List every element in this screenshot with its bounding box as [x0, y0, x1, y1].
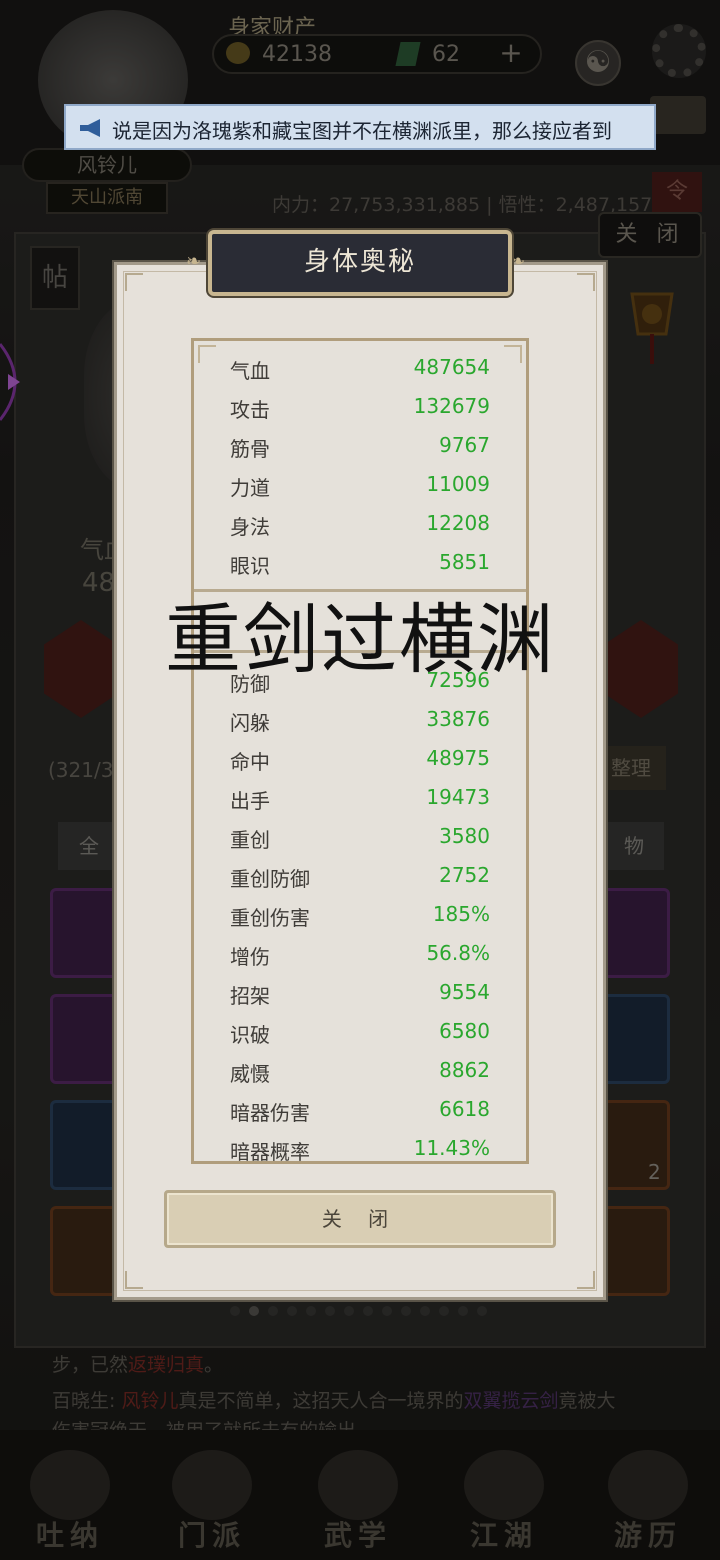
stat-value: 2752	[439, 863, 490, 887]
stat-value: 8862	[439, 1058, 490, 1082]
stat-label: 身法	[230, 515, 270, 539]
stat-row: 筋骨 9767	[194, 429, 526, 468]
stat-label: 眼识	[230, 554, 270, 578]
stat-value: 9767	[439, 433, 490, 457]
stat-label: 暗器伤害	[230, 1101, 310, 1125]
stat-value: 33876	[426, 707, 490, 731]
stat-label: 威慑	[230, 1062, 270, 1086]
stat-label: 气血	[230, 359, 270, 383]
stat-value: 11009	[426, 472, 490, 496]
stat-label: 暗器概率	[230, 1140, 310, 1164]
stat-value: 132679	[413, 394, 490, 418]
announcement-bar: 说是因为洛瑰紫和藏宝图并不在横渊派里，那么接应者到	[64, 104, 656, 150]
stat-row: 招架 9554	[194, 976, 526, 1015]
stat-value: 185%	[432, 902, 490, 926]
stat-label: 招架	[230, 984, 270, 1008]
stat-row: 力道 11009	[194, 468, 526, 507]
frame-corner	[577, 1271, 595, 1289]
stat-value: 56.8%	[426, 941, 490, 965]
stat-label: 筋骨	[230, 437, 270, 461]
stat-value: 6580	[439, 1019, 490, 1043]
dialog-title: 身体奥秘	[303, 247, 416, 277]
stat-row: 威慑 8862	[194, 1054, 526, 1093]
stat-label: 闪躲	[230, 711, 270, 735]
megaphone-icon	[80, 119, 100, 137]
stat-value: 12208	[426, 511, 490, 535]
close-button[interactable]: 关 闭	[164, 1190, 556, 1248]
dialog-title-plate: 身体奥秘	[208, 230, 512, 296]
frame-corner	[577, 273, 595, 291]
stat-value: 11.43%	[413, 1136, 490, 1160]
stat-row: 识破 6580	[194, 1015, 526, 1054]
stat-row: 闪躲 33876	[194, 703, 526, 742]
stat-row: 气血 487654	[194, 351, 526, 390]
frame-corner	[125, 273, 143, 291]
stat-row: 暗器概率 11.43%	[194, 1132, 526, 1164]
stat-label: 力道	[230, 476, 270, 500]
stat-label: 攻击	[230, 398, 270, 422]
stat-row: 重创防御 2752	[194, 859, 526, 898]
stat-row: 命中 48975	[194, 742, 526, 781]
stat-value: 48975	[426, 746, 490, 770]
stat-value: 6618	[439, 1097, 490, 1121]
stat-label: 出手	[230, 789, 270, 813]
stat-row: 重创伤害 185%	[194, 898, 526, 937]
overlay-caption: 重剑过横渊	[165, 595, 555, 684]
stat-value: 3580	[439, 824, 490, 848]
frame-corner	[125, 1271, 143, 1289]
stat-value: 9554	[439, 980, 490, 1004]
stats-list[interactable]: 气血 487654 攻击 132679 筋骨 9767 力道 11009 身法 12208…	[191, 338, 529, 1164]
stat-label: 识破	[230, 1023, 270, 1047]
stat-label: 命中	[230, 750, 270, 774]
stat-label: 重创伤害	[230, 906, 310, 930]
ornament-icon: ❧	[510, 251, 526, 272]
stat-value: 5851	[439, 550, 490, 574]
stat-row: 重创 3580	[194, 820, 526, 859]
announcement-text: 说是因为洛瑰紫和藏宝图并不在横渊派里，那么接应者到	[112, 119, 612, 143]
stat-value: 19473	[426, 785, 490, 809]
stat-label: 增伤	[230, 945, 270, 969]
stat-value: 487654	[413, 355, 490, 379]
stat-row: 暗器伤害 6618	[194, 1093, 526, 1132]
stat-row: 出手 19473	[194, 781, 526, 820]
stat-label: 重创	[230, 828, 270, 852]
stat-row: 攻击 132679	[194, 390, 526, 429]
stat-row: 身法 12208	[194, 507, 526, 546]
stat-row: 增伤 56.8%	[194, 937, 526, 976]
stat-label: 重创防御	[230, 867, 310, 891]
